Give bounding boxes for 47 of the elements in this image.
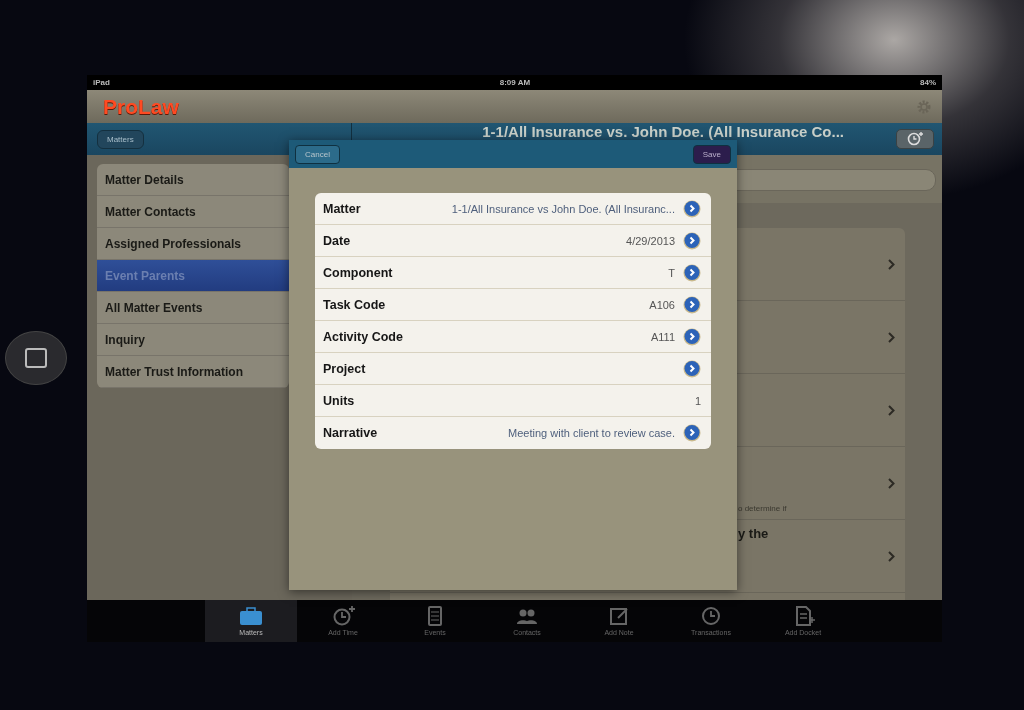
field-value: T bbox=[668, 266, 675, 279]
field-label: Date bbox=[323, 233, 351, 248]
form-row[interactable]: Units 1 bbox=[315, 385, 711, 417]
clock-time: 8:09 AM bbox=[499, 78, 531, 87]
disclosure-icon[interactable] bbox=[683, 263, 701, 282]
field-value: 1-1/All Insurance vs John Doe. (All Insuranc... bbox=[451, 202, 675, 215]
disclosure-icon[interactable] bbox=[683, 424, 701, 442]
field-label: Narrative bbox=[323, 426, 378, 440]
form-row[interactable]: Component T bbox=[315, 257, 711, 289]
chevron-icon[interactable] bbox=[888, 404, 895, 416]
field-value: 4/29/2013 bbox=[626, 234, 675, 247]
form-row[interactable]: Matter 1-1/All Insurance vs John Doe. (All Insuranc... bbox=[315, 193, 711, 225]
form-row[interactable]: Date 4/29/2013 bbox=[315, 225, 711, 257]
event-title: y the bbox=[738, 526, 769, 541]
field-value: A106 bbox=[649, 298, 675, 311]
field-value: Meeting with client to review case. bbox=[508, 427, 675, 439]
chevron-icon[interactable] bbox=[888, 331, 895, 343]
disclosure-icon[interactable] bbox=[683, 199, 701, 218]
field-label: Task Code bbox=[323, 297, 386, 312]
chevron-icon[interactable] bbox=[888, 258, 895, 270]
field-label: Matter bbox=[323, 201, 361, 216]
field-value: 1 bbox=[694, 394, 701, 407]
field-label: Units bbox=[323, 393, 355, 408]
form-row[interactable]: Project bbox=[315, 353, 711, 385]
disclosure-icon[interactable] bbox=[683, 295, 701, 314]
cancel-button[interactable]: Cancel bbox=[295, 144, 340, 164]
form-row[interactable]: Narrative Meeting with client to review case. bbox=[315, 417, 711, 449]
matter-title: 1-1/All Insurance vs. John Doe. (All Insurance Co... bbox=[482, 122, 844, 140]
field-label: Activity Code bbox=[323, 329, 403, 344]
save-button[interactable]: Save bbox=[692, 144, 731, 164]
app-logo: ProLaw bbox=[103, 94, 179, 119]
back-button[interactable]: Matters bbox=[97, 129, 144, 149]
form-row[interactable]: Activity Code A111 bbox=[315, 321, 711, 353]
battery-level: 84% bbox=[920, 78, 936, 87]
field-label: Component bbox=[323, 265, 393, 280]
field-value: A111 bbox=[650, 330, 675, 343]
briefcase-icon bbox=[238, 606, 264, 626]
field-label: Project bbox=[323, 361, 366, 376]
disclosure-icon[interactable] bbox=[683, 327, 701, 346]
disclosure-icon[interactable] bbox=[683, 359, 701, 378]
chevron-icon[interactable] bbox=[888, 550, 895, 562]
add-time-button[interactable] bbox=[896, 129, 934, 149]
device-name: iPad bbox=[93, 78, 110, 87]
disclosure-icon[interactable] bbox=[683, 231, 701, 250]
clock-plus-icon bbox=[907, 132, 923, 146]
form-row[interactable]: Task Code A106 bbox=[315, 289, 711, 321]
chevron-icon[interactable] bbox=[888, 477, 895, 489]
